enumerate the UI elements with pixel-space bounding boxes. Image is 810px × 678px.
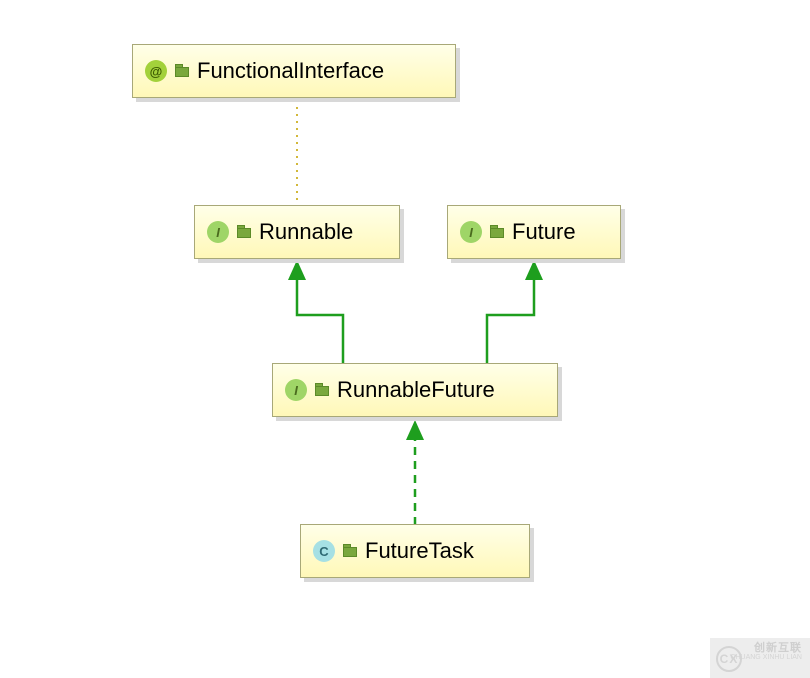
interface-icon: I [207,221,229,243]
node-runnablefuture: I RunnableFuture [272,363,558,417]
node-label: FutureTask [365,538,474,564]
package-icon [315,383,329,397]
node-future: I Future [447,205,621,259]
package-icon [343,544,357,558]
node-label: FunctionalInterface [197,58,384,84]
node-runnable: I Runnable [194,205,400,259]
class-icon: C [313,540,335,562]
package-icon [237,225,251,239]
edge-runnablefuture-runnable [297,280,343,363]
interface-icon: I [285,379,307,401]
node-label: Runnable [259,219,353,245]
node-label: Future [512,219,576,245]
interface-icon: I [460,221,482,243]
watermark-sub: CHUANG XINHU LIAN [730,654,802,662]
node-functionalinterface: @ FunctionalInterface [132,44,456,98]
node-label: RunnableFuture [337,377,495,403]
package-icon [490,225,504,239]
package-icon [175,64,189,78]
annotation-icon: @ [145,60,167,82]
watermark-brand: 创新互联 [730,642,802,654]
edge-runnablefuture-future [487,280,534,363]
watermark: CX 创新互联 CHUANG XINHU LIAN [710,638,810,678]
node-futuretask: C FutureTask [300,524,530,578]
